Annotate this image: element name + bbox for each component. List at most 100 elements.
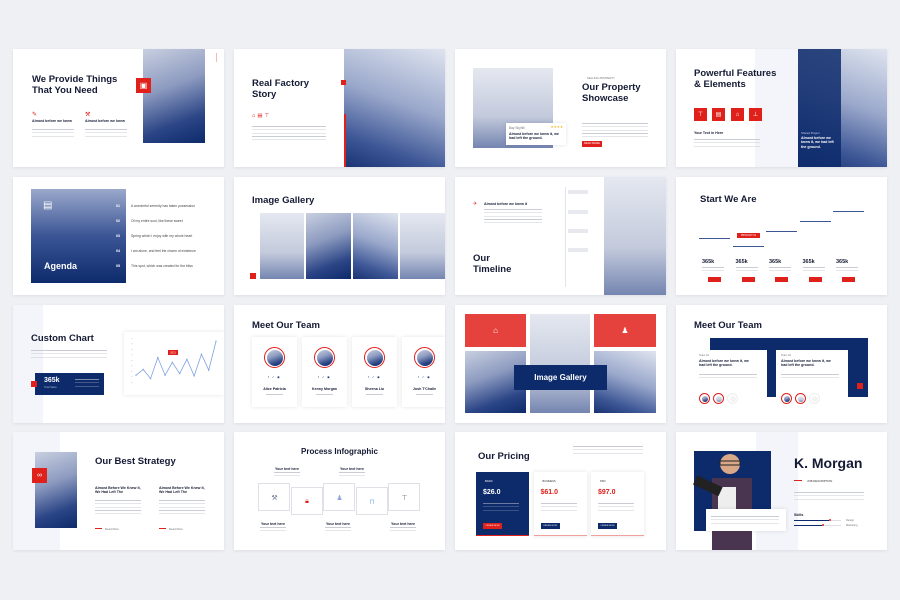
y-tick bbox=[131, 382, 133, 383]
y-tick bbox=[131, 376, 133, 378]
pricing-card[interactable]: BUSINESS $61.0 ORDER NOW bbox=[533, 472, 587, 536]
avatar[interactable] bbox=[727, 393, 738, 404]
slide-process-infographic[interactable]: Process Infographic ⚒ 🔒︎ ♟ ⊓ ⊤ Your text … bbox=[234, 432, 445, 550]
stat-button[interactable] bbox=[741, 277, 755, 282]
slide-custom-chart[interactable]: Custom Chart 365k Total Sales 2021 bbox=[13, 305, 224, 423]
timeline-step-active[interactable] bbox=[568, 210, 588, 214]
stat-text bbox=[802, 267, 825, 272]
timeline-step[interactable] bbox=[568, 190, 588, 194]
stat-value: 365k bbox=[836, 259, 849, 265]
process-label: Your text here bbox=[275, 467, 299, 471]
stat-button[interactable] bbox=[808, 277, 822, 282]
read-more-button[interactable]: READ MORE bbox=[582, 141, 602, 147]
profile-name: K. Morgan bbox=[794, 455, 863, 471]
data-point bbox=[215, 340, 217, 343]
slide-meet-team[interactable]: Meet Our Team f ✓ ◉ Alice Patricia f ✓ ◉… bbox=[234, 305, 445, 423]
person-photo bbox=[693, 454, 752, 550]
avatar[interactable] bbox=[713, 393, 724, 404]
stat-text bbox=[836, 267, 858, 272]
slide-image-gallery[interactable]: Image Gallery bbox=[234, 177, 445, 295]
accent-square bbox=[857, 383, 863, 389]
body-text bbox=[484, 209, 542, 223]
slide-profile[interactable]: K. Morgan JOB DESCRIPTION Skills Design … bbox=[676, 432, 887, 550]
gallery-photo[interactable] bbox=[306, 213, 351, 279]
stat-button[interactable] bbox=[775, 277, 788, 282]
blueprint-icon: ✎ bbox=[32, 112, 38, 118]
gallery-photo[interactable] bbox=[530, 314, 590, 413]
slide-title: We Provide Things That You Need bbox=[32, 74, 118, 96]
avatar[interactable] bbox=[699, 393, 710, 404]
slide-property-showcase[interactable]: Bay Skyhill ★★★★ Almost before we knew i… bbox=[455, 49, 666, 167]
process-step[interactable]: ⊤ bbox=[388, 483, 420, 511]
avatar[interactable] bbox=[795, 393, 806, 404]
social-icons[interactable]: f ✓ ◉ bbox=[402, 375, 445, 379]
timeline-step[interactable] bbox=[568, 229, 588, 233]
slide-title: Real Factory Story bbox=[252, 78, 310, 100]
chart-card: 2021 bbox=[124, 332, 224, 395]
slide-start-we-are[interactable]: Start We Are 365k 365k 365k 365k 365k PR… bbox=[676, 177, 887, 295]
gallery-photo[interactable] bbox=[260, 213, 304, 279]
slide-meet-team-2[interactable]: Meet Our Team Team 01 Almost before we k… bbox=[676, 305, 887, 423]
slide-image-gallery-2[interactable]: ⌂ ♟ Image Gallery bbox=[455, 305, 666, 423]
read-more-link[interactable]: Read More bbox=[169, 527, 183, 531]
stat-value: 365k bbox=[735, 259, 748, 265]
slide-timeline[interactable]: ✈ Almost before we knew it Our Timeline bbox=[455, 177, 666, 295]
social-icons[interactable]: f ✓ ◉ bbox=[302, 375, 347, 379]
overlay-label: Shared Project bbox=[801, 131, 820, 135]
agenda-item[interactable]: Of my entire soul, like these sweet bbox=[131, 219, 183, 223]
gallery-photo[interactable] bbox=[400, 213, 445, 279]
pricing-card[interactable]: PRO $97.0 ORDER NOW bbox=[591, 472, 644, 536]
agenda-item[interactable]: Spring which I enjoy with my whole heart bbox=[131, 234, 192, 238]
skill-bar bbox=[794, 520, 830, 521]
social-icons[interactable]: f ✓ ◉ bbox=[352, 375, 397, 379]
avatar[interactable] bbox=[809, 393, 820, 404]
member-role bbox=[266, 394, 283, 395]
agenda-item[interactable]: I am alone, and feel the charm of existe… bbox=[131, 249, 196, 253]
accent-square bbox=[341, 80, 346, 85]
slide-pricing[interactable]: Our Pricing BASIC $26.0 ORDER NOW BUSINE… bbox=[455, 432, 666, 550]
gallery-photo[interactable] bbox=[353, 213, 398, 279]
y-tick bbox=[131, 360, 133, 361]
skill-label: Marketing bbox=[846, 523, 858, 527]
member-name: Sheena Liu bbox=[364, 387, 385, 391]
body-text bbox=[85, 129, 127, 139]
slide-title: Our Timeline bbox=[473, 253, 512, 275]
team-card[interactable]: Team 01 Almost before we knew it, we had… bbox=[694, 350, 766, 410]
slide-best-strategy[interactable]: ∞ Our Best Strategy Almost Before We Kne… bbox=[13, 432, 224, 550]
stat-button[interactable] bbox=[842, 277, 855, 282]
team-heading: Almost before we knew it, we had left th… bbox=[699, 359, 749, 368]
process-step[interactable]: ⚒ bbox=[258, 483, 290, 511]
order-button[interactable]: ORDER NOW bbox=[540, 523, 560, 529]
team-card[interactable]: f ✓ ◉ Sheena Liu bbox=[352, 337, 397, 407]
avatar[interactable] bbox=[781, 393, 792, 404]
agenda-item[interactable]: This spot, which was created for the bli… bbox=[131, 264, 193, 268]
body-text bbox=[159, 500, 205, 514]
slide-powerful-features[interactable]: Powerful Features & Elements ⊤ ▤ ⌂ ⊥ You… bbox=[676, 49, 887, 167]
timeline-step[interactable] bbox=[568, 248, 588, 252]
team-card[interactable]: f ✓ ◉ Kenny Morgan bbox=[302, 337, 347, 407]
team-card[interactable]: f ✓ ◉ Josh T'Challe bbox=[402, 337, 445, 407]
team-card[interactable]: f ✓ ◉ Alice Patricia bbox=[252, 337, 297, 407]
social-icons[interactable]: f ✓ ◉ bbox=[252, 375, 297, 379]
team-card[interactable]: Team 02 Almost before we knew it, we had… bbox=[776, 350, 848, 410]
process-step[interactable]: 🔒︎ bbox=[290, 487, 323, 515]
agenda-item[interactable]: A wonderful serenity has taken possessio… bbox=[131, 204, 195, 208]
process-step[interactable]: ⊓ bbox=[355, 487, 388, 515]
order-button[interactable]: ORDER NOW bbox=[598, 523, 617, 529]
y-tick bbox=[131, 371, 133, 372]
slide-we-provide[interactable]: We Provide Things That You Need ▣ ✎ ⚒ Al… bbox=[13, 49, 224, 167]
accent-square bbox=[250, 273, 256, 279]
building-icon: ▤ bbox=[712, 108, 725, 121]
slide-real-factory[interactable]: Real Factory Story ⌂▤⊤ bbox=[234, 49, 445, 167]
order-button[interactable]: ORDER NOW bbox=[483, 523, 502, 529]
stat-text bbox=[769, 267, 791, 272]
slide-agenda[interactable]: ▤ Agenda 01 A wonderful serenity has tak… bbox=[13, 177, 224, 295]
skill-label: Design bbox=[846, 518, 855, 522]
stat-column bbox=[833, 210, 864, 287]
process-step[interactable]: ♟ bbox=[323, 483, 355, 511]
y-tick bbox=[131, 349, 133, 350]
member-name: Alice Patricia bbox=[263, 387, 286, 391]
pricing-card[interactable]: BASIC $26.0 ORDER NOW bbox=[476, 472, 529, 536]
read-more-link[interactable]: Read More bbox=[105, 527, 119, 531]
stat-button[interactable] bbox=[708, 277, 721, 282]
